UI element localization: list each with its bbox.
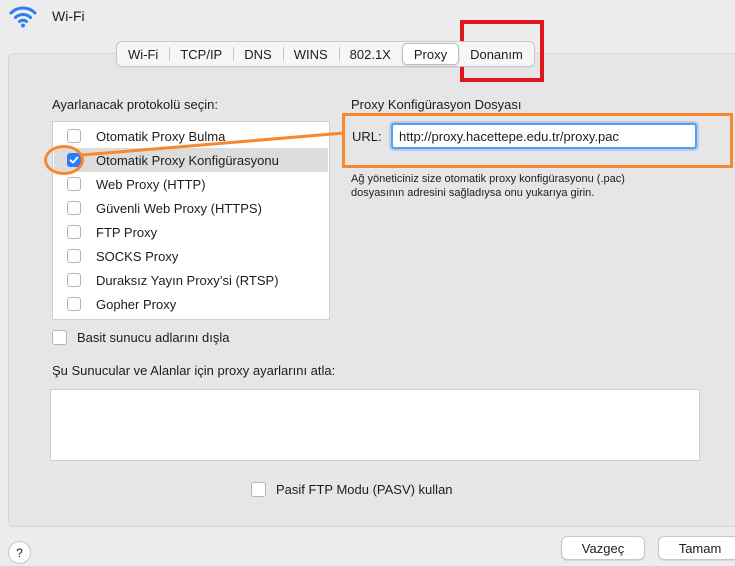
tab-wins[interactable]: WINS: [282, 42, 339, 66]
checkmark-icon: [69, 156, 79, 164]
checkbox[interactable]: [67, 177, 81, 191]
url-input[interactable]: [391, 123, 697, 149]
pasv-mode-option[interactable]: Pasif FTP Modu (PASV) kullan: [251, 482, 453, 497]
wifi-icon: [9, 6, 37, 28]
list-item-label: Web Proxy (HTTP): [96, 176, 206, 192]
pac-heading: Proxy Konfigürasyon Dosyası: [351, 97, 522, 112]
tab-tcpip[interactable]: TCP/IP: [169, 42, 233, 66]
list-item-label: Otomatik Proxy Konfigürasyonu: [96, 152, 279, 168]
list-item-label: Gopher Proxy: [96, 296, 177, 312]
protocol-heading: Ayarlanacak protokolü seçin:: [52, 97, 218, 112]
tab-dns[interactable]: DNS: [233, 42, 282, 66]
window-title: Wi-Fi: [52, 8, 85, 24]
exclude-simple-hostnames[interactable]: Basit sunucu adlarını dışla: [52, 330, 229, 345]
url-label: URL:: [352, 129, 382, 144]
tab-8021x[interactable]: 802.1X: [338, 42, 402, 66]
protocol-list: Otomatik Proxy Bulma Otomatik Proxy Konf…: [52, 121, 330, 320]
checkbox[interactable]: [52, 330, 67, 345]
tab-hardware[interactable]: Donanım: [459, 42, 534, 66]
list-item-socks-proxy[interactable]: SOCKS Proxy: [54, 244, 328, 268]
checkbox[interactable]: [67, 249, 81, 263]
checkbox[interactable]: [67, 297, 81, 311]
help-button[interactable]: ?: [8, 541, 31, 564]
ok-button[interactable]: Tamam: [658, 536, 735, 560]
checkbox[interactable]: [251, 482, 266, 497]
exclude-simple-label: Basit sunucu adlarını dışla: [77, 330, 230, 345]
tab-bar: Wi-Fi TCP/IP DNS WINS 802.1X Proxy Donan…: [116, 41, 535, 67]
tab-proxy[interactable]: Proxy: [401, 43, 460, 65]
list-item-gopher-proxy[interactable]: Gopher Proxy: [54, 292, 328, 316]
list-item-web-proxy[interactable]: Web Proxy (HTTP): [54, 172, 328, 196]
list-item-auto-config[interactable]: Otomatik Proxy Konfigürasyonu: [54, 148, 328, 172]
bypass-hosts-textarea[interactable]: [50, 389, 700, 461]
cancel-button[interactable]: Vazgeç: [561, 536, 645, 560]
list-item-ftp-proxy[interactable]: FTP Proxy: [54, 220, 328, 244]
tab-wifi[interactable]: Wi-Fi: [117, 42, 169, 66]
bypass-label: Şu Sunucular ve Alanlar için proxy ayarl…: [52, 363, 336, 378]
list-item-label: Otomatik Proxy Bulma: [96, 128, 226, 144]
checkbox-checked[interactable]: [67, 153, 81, 167]
checkbox[interactable]: [67, 273, 81, 287]
list-item-label: Güvenli Web Proxy (HTTPS): [96, 200, 262, 216]
list-item-label: Duraksız Yayın Proxy’si (RTSP): [96, 272, 279, 288]
list-item-secure-web-proxy[interactable]: Güvenli Web Proxy (HTTPS): [54, 196, 328, 220]
list-item-auto-discovery[interactable]: Otomatik Proxy Bulma: [54, 124, 328, 148]
pac-help-text: Ağ yöneticiniz size otomatik proxy konfi…: [351, 173, 625, 199]
checkbox[interactable]: [67, 225, 81, 239]
list-item-rtsp-proxy[interactable]: Duraksız Yayın Proxy’si (RTSP): [54, 268, 328, 292]
list-item-label: SOCKS Proxy: [96, 248, 179, 264]
pasv-label: Pasif FTP Modu (PASV) kullan: [276, 482, 453, 497]
checkbox[interactable]: [67, 129, 81, 143]
checkbox[interactable]: [67, 201, 81, 215]
list-item-label: FTP Proxy: [96, 224, 158, 240]
